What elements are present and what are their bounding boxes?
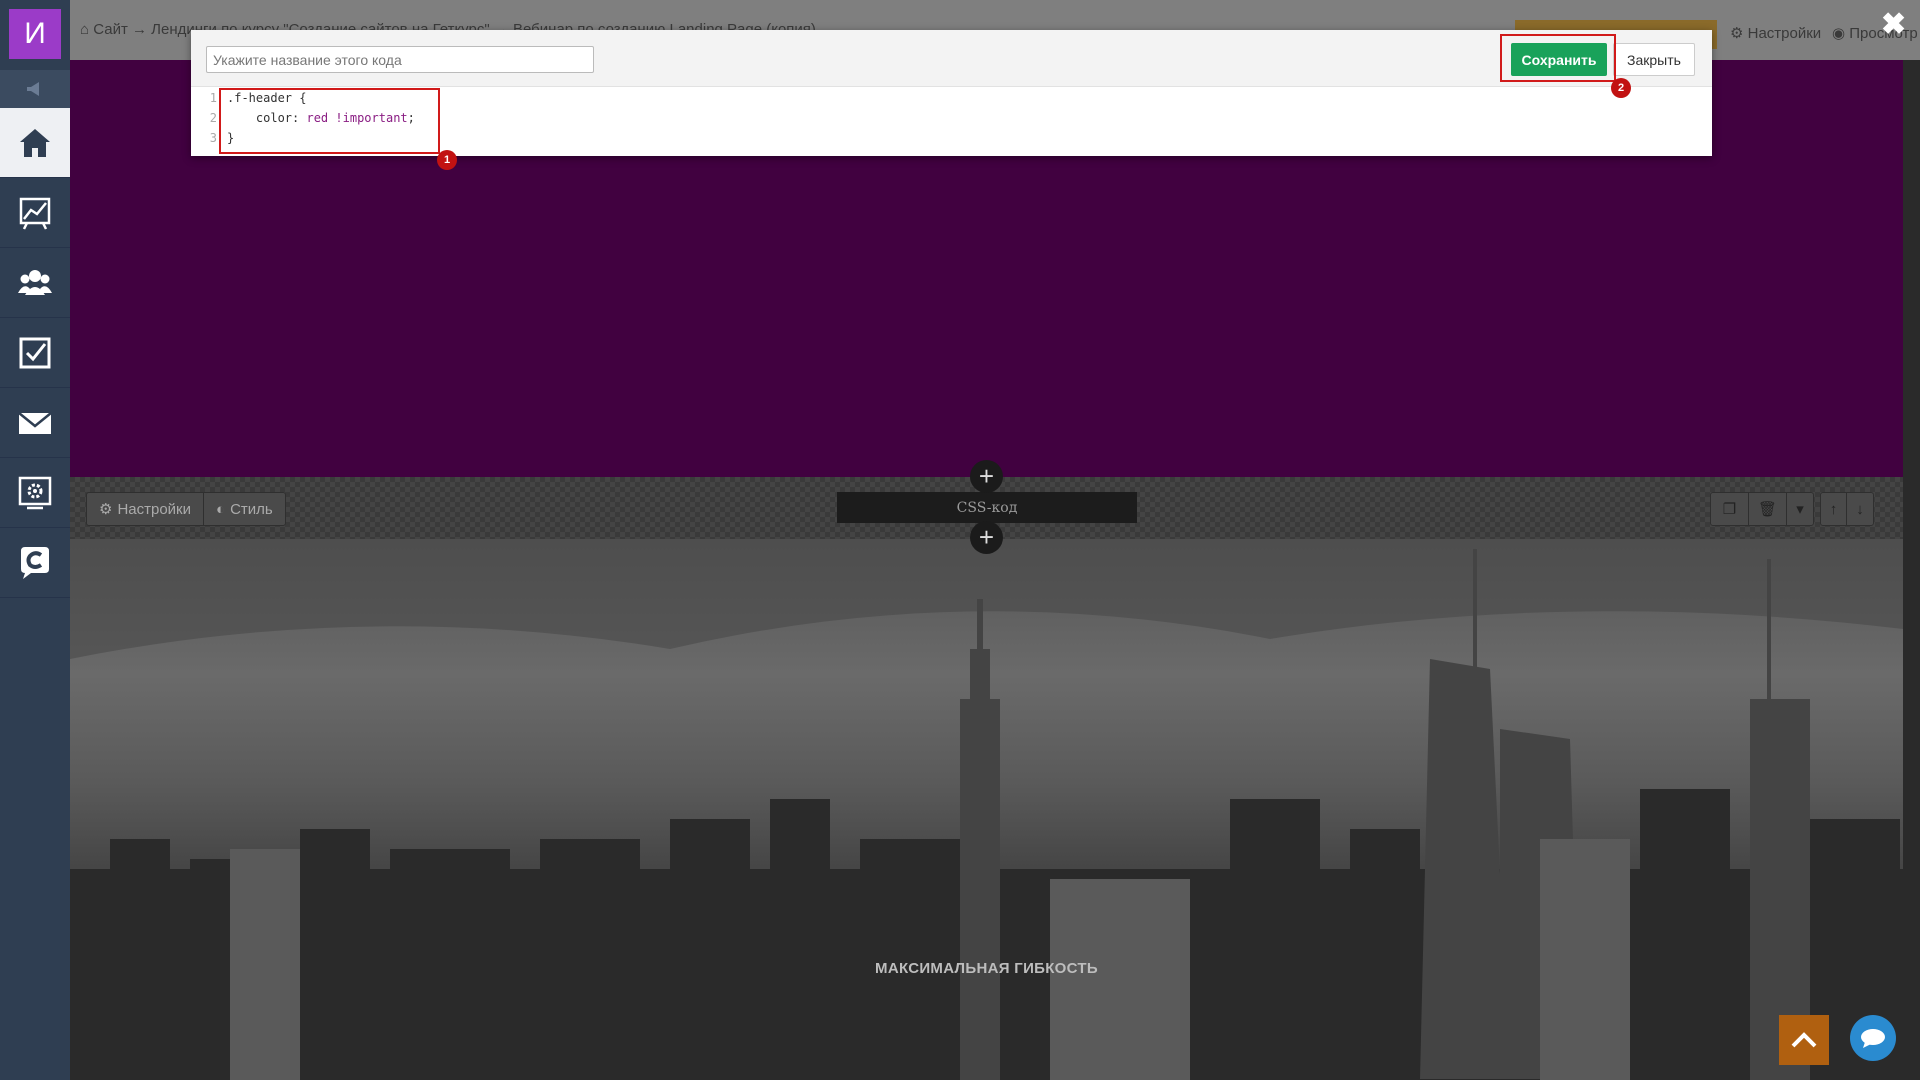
block-settings-button[interactable]: ⚙ Настройки [87, 493, 205, 525]
checkbox-icon [19, 337, 51, 368]
line-numbers: 1 2 3 [209, 91, 217, 145]
home-icon: ⌂ [80, 21, 90, 38]
trash-icon[interactable]: 🗑 [1749, 493, 1787, 525]
gear-icon: ⚙ [1730, 25, 1744, 42]
block-move: ↑ ↓ [1820, 492, 1874, 526]
chat-bubble-icon [1861, 1029, 1885, 1048]
add-block-above-button[interactable]: + [970, 460, 1003, 493]
sidebar-item-settings[interactable] [0, 458, 70, 528]
sidebar-item-chat[interactable] [0, 528, 70, 598]
chat-c-icon [21, 546, 49, 579]
arrow-down-icon[interactable]: ↓ [1847, 493, 1873, 525]
sidebar-item-mail[interactable] [0, 388, 70, 458]
add-block-below-button[interactable]: + [970, 521, 1003, 554]
chart-icon [19, 197, 51, 230]
save-highlight-box [1500, 34, 1616, 82]
home-icon [20, 128, 50, 157]
sidebar-item-home[interactable] [0, 108, 70, 178]
chevron-up-icon [1791, 1032, 1817, 1048]
gear-monitor-icon [18, 476, 52, 509]
sidebar-item-analytics[interactable] [0, 178, 70, 248]
megaphone-icon[interactable] [0, 70, 70, 108]
city-skyline [70, 539, 1903, 1080]
scroll-to-top-button[interactable] [1779, 1015, 1829, 1065]
block-toolbar-left: ⚙ Настройки ◐ Стиль [86, 492, 286, 526]
sidebar-item-tasks[interactable] [0, 318, 70, 388]
top-settings-link[interactable]: ⚙ Настройки [1730, 24, 1821, 42]
sidebar-item-users[interactable] [0, 248, 70, 318]
envelope-icon [18, 411, 52, 434]
contrast-icon: ◐ [216, 500, 226, 518]
hero-title: МАКСИМАЛЬНАЯ ГИБКОСТЬ [875, 960, 1098, 977]
eye-icon: ◉ [1832, 25, 1846, 42]
hero-image: МАКСИМАЛЬНАЯ ГИБКОСТЬ [70, 539, 1903, 1080]
close-button[interactable]: Закрыть [1613, 43, 1695, 76]
code-name-input[interactable] [206, 46, 594, 73]
block-actions: ❐ 🗑 ▾ [1710, 492, 1814, 526]
close-icon[interactable]: ✖ [1881, 10, 1906, 40]
block-name-label: CSS-код [837, 492, 1137, 523]
app-logo[interactable]: И [9, 9, 61, 59]
sidebar: И [0, 0, 70, 1080]
block-style-button[interactable]: ◐ Стиль [204, 493, 285, 525]
arrow-up-icon[interactable]: ↑ [1821, 493, 1847, 525]
copy-icon[interactable]: ❐ [1711, 493, 1749, 525]
code-highlight-box [219, 88, 440, 154]
modal-header: Сохранить Закрыть [191, 30, 1712, 87]
annotation-badge-1: 1 [437, 150, 457, 170]
annotation-badge-2: 2 [1611, 78, 1631, 98]
chat-widget-button[interactable] [1850, 1015, 1896, 1061]
chevron-down-icon[interactable]: ▾ [1787, 493, 1813, 525]
users-icon [18, 269, 52, 295]
gear-icon: ⚙ [99, 501, 113, 518]
